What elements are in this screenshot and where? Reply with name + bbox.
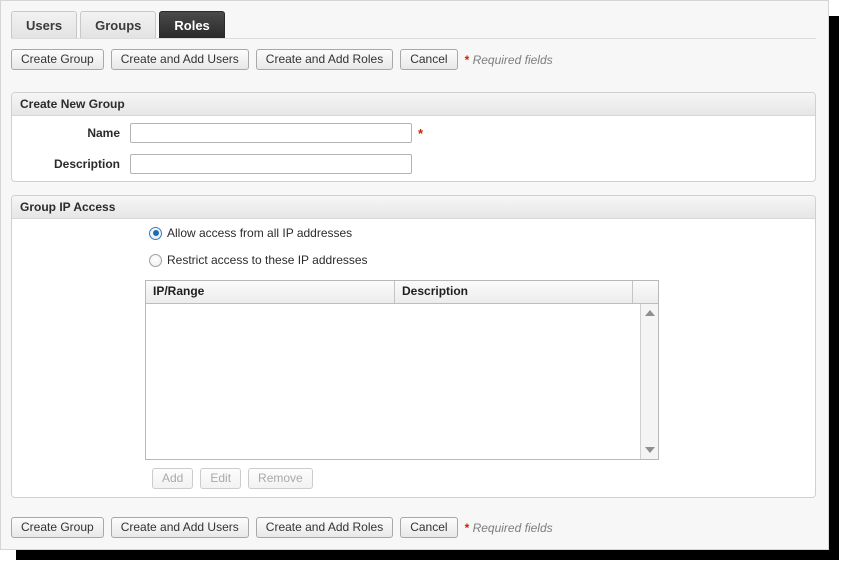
ip-range-table-body-area (146, 304, 658, 459)
create-and-add-users-button-top[interactable]: Create and Add Users (111, 49, 249, 70)
allow-all-ip-radio-label[interactable]: Allow access from all IP addresses (167, 226, 352, 240)
tab-users[interactable]: Users (11, 11, 77, 38)
create-and-add-roles-button-top[interactable]: Create and Add Roles (256, 49, 393, 70)
restrict-ip-radio-row[interactable]: Restrict access to these IP addresses (149, 253, 368, 267)
group-ip-access-panel-title: Group IP Access (12, 196, 815, 219)
required-fields-text-top: Required fields (473, 53, 553, 67)
edit-ip-button[interactable]: Edit (200, 468, 241, 489)
name-field-label: Name (12, 126, 130, 140)
cancel-button-top[interactable]: Cancel (400, 49, 457, 70)
description-field-label: Description (12, 157, 130, 171)
remove-ip-button[interactable]: Remove (248, 468, 313, 489)
scroll-up-arrow-icon[interactable] (645, 310, 655, 316)
ip-range-table-body[interactable] (146, 304, 640, 459)
column-header-spacer (633, 281, 658, 303)
ip-table-action-button-row: Add Edit Remove (152, 468, 320, 489)
restrict-ip-radio-label[interactable]: Restrict access to these IP addresses (167, 253, 368, 267)
restrict-ip-radio-icon[interactable] (149, 254, 162, 267)
application-window: Users Groups Roles Create Group Create a… (0, 0, 829, 550)
allow-all-ip-radio-icon[interactable] (149, 227, 162, 240)
required-asterisk-top: * (465, 53, 470, 67)
ip-range-table-header: IP/Range Description (146, 281, 658, 304)
description-field-row: Description (12, 154, 412, 174)
create-and-add-users-button-bottom[interactable]: Create and Add Users (111, 517, 249, 538)
top-action-button-row: Create Group Create and Add Users Create… (11, 49, 816, 70)
required-fields-note-top: * Required fields (465, 53, 553, 67)
tab-bar: Users Groups Roles (1, 1, 828, 40)
tab-strip: Users Groups Roles (11, 11, 228, 38)
name-input[interactable] (130, 123, 412, 143)
name-required-asterisk: * (418, 126, 423, 141)
name-field-row: Name * (12, 123, 423, 143)
tab-groups[interactable]: Groups (80, 11, 156, 38)
description-input[interactable] (130, 154, 412, 174)
create-new-group-panel-title: Create New Group (12, 93, 815, 116)
column-header-description[interactable]: Description (395, 281, 633, 303)
cancel-button-bottom[interactable]: Cancel (400, 517, 457, 538)
create-and-add-roles-button-bottom[interactable]: Create and Add Roles (256, 517, 393, 538)
scroll-down-arrow-icon[interactable] (645, 447, 655, 453)
ip-range-table-scrollbar[interactable] (640, 304, 658, 459)
allow-all-ip-radio-row[interactable]: Allow access from all IP addresses (149, 226, 352, 240)
required-fields-text-bottom: Required fields (473, 521, 553, 535)
required-asterisk-bottom: * (465, 521, 470, 535)
column-header-ip-range[interactable]: IP/Range (146, 281, 395, 303)
tab-roles[interactable]: Roles (159, 11, 224, 38)
required-fields-note-bottom: * Required fields (465, 521, 553, 535)
bottom-action-button-row: Create Group Create and Add Users Create… (11, 517, 816, 538)
group-ip-access-panel: Group IP Access Allow access from all IP… (11, 195, 816, 498)
ip-range-table: IP/Range Description (145, 280, 659, 460)
create-group-button-bottom[interactable]: Create Group (11, 517, 104, 538)
create-new-group-panel: Create New Group Name * Description (11, 92, 816, 182)
add-ip-button[interactable]: Add (152, 468, 193, 489)
tab-underline-divider (11, 38, 816, 39)
create-group-button-top[interactable]: Create Group (11, 49, 104, 70)
